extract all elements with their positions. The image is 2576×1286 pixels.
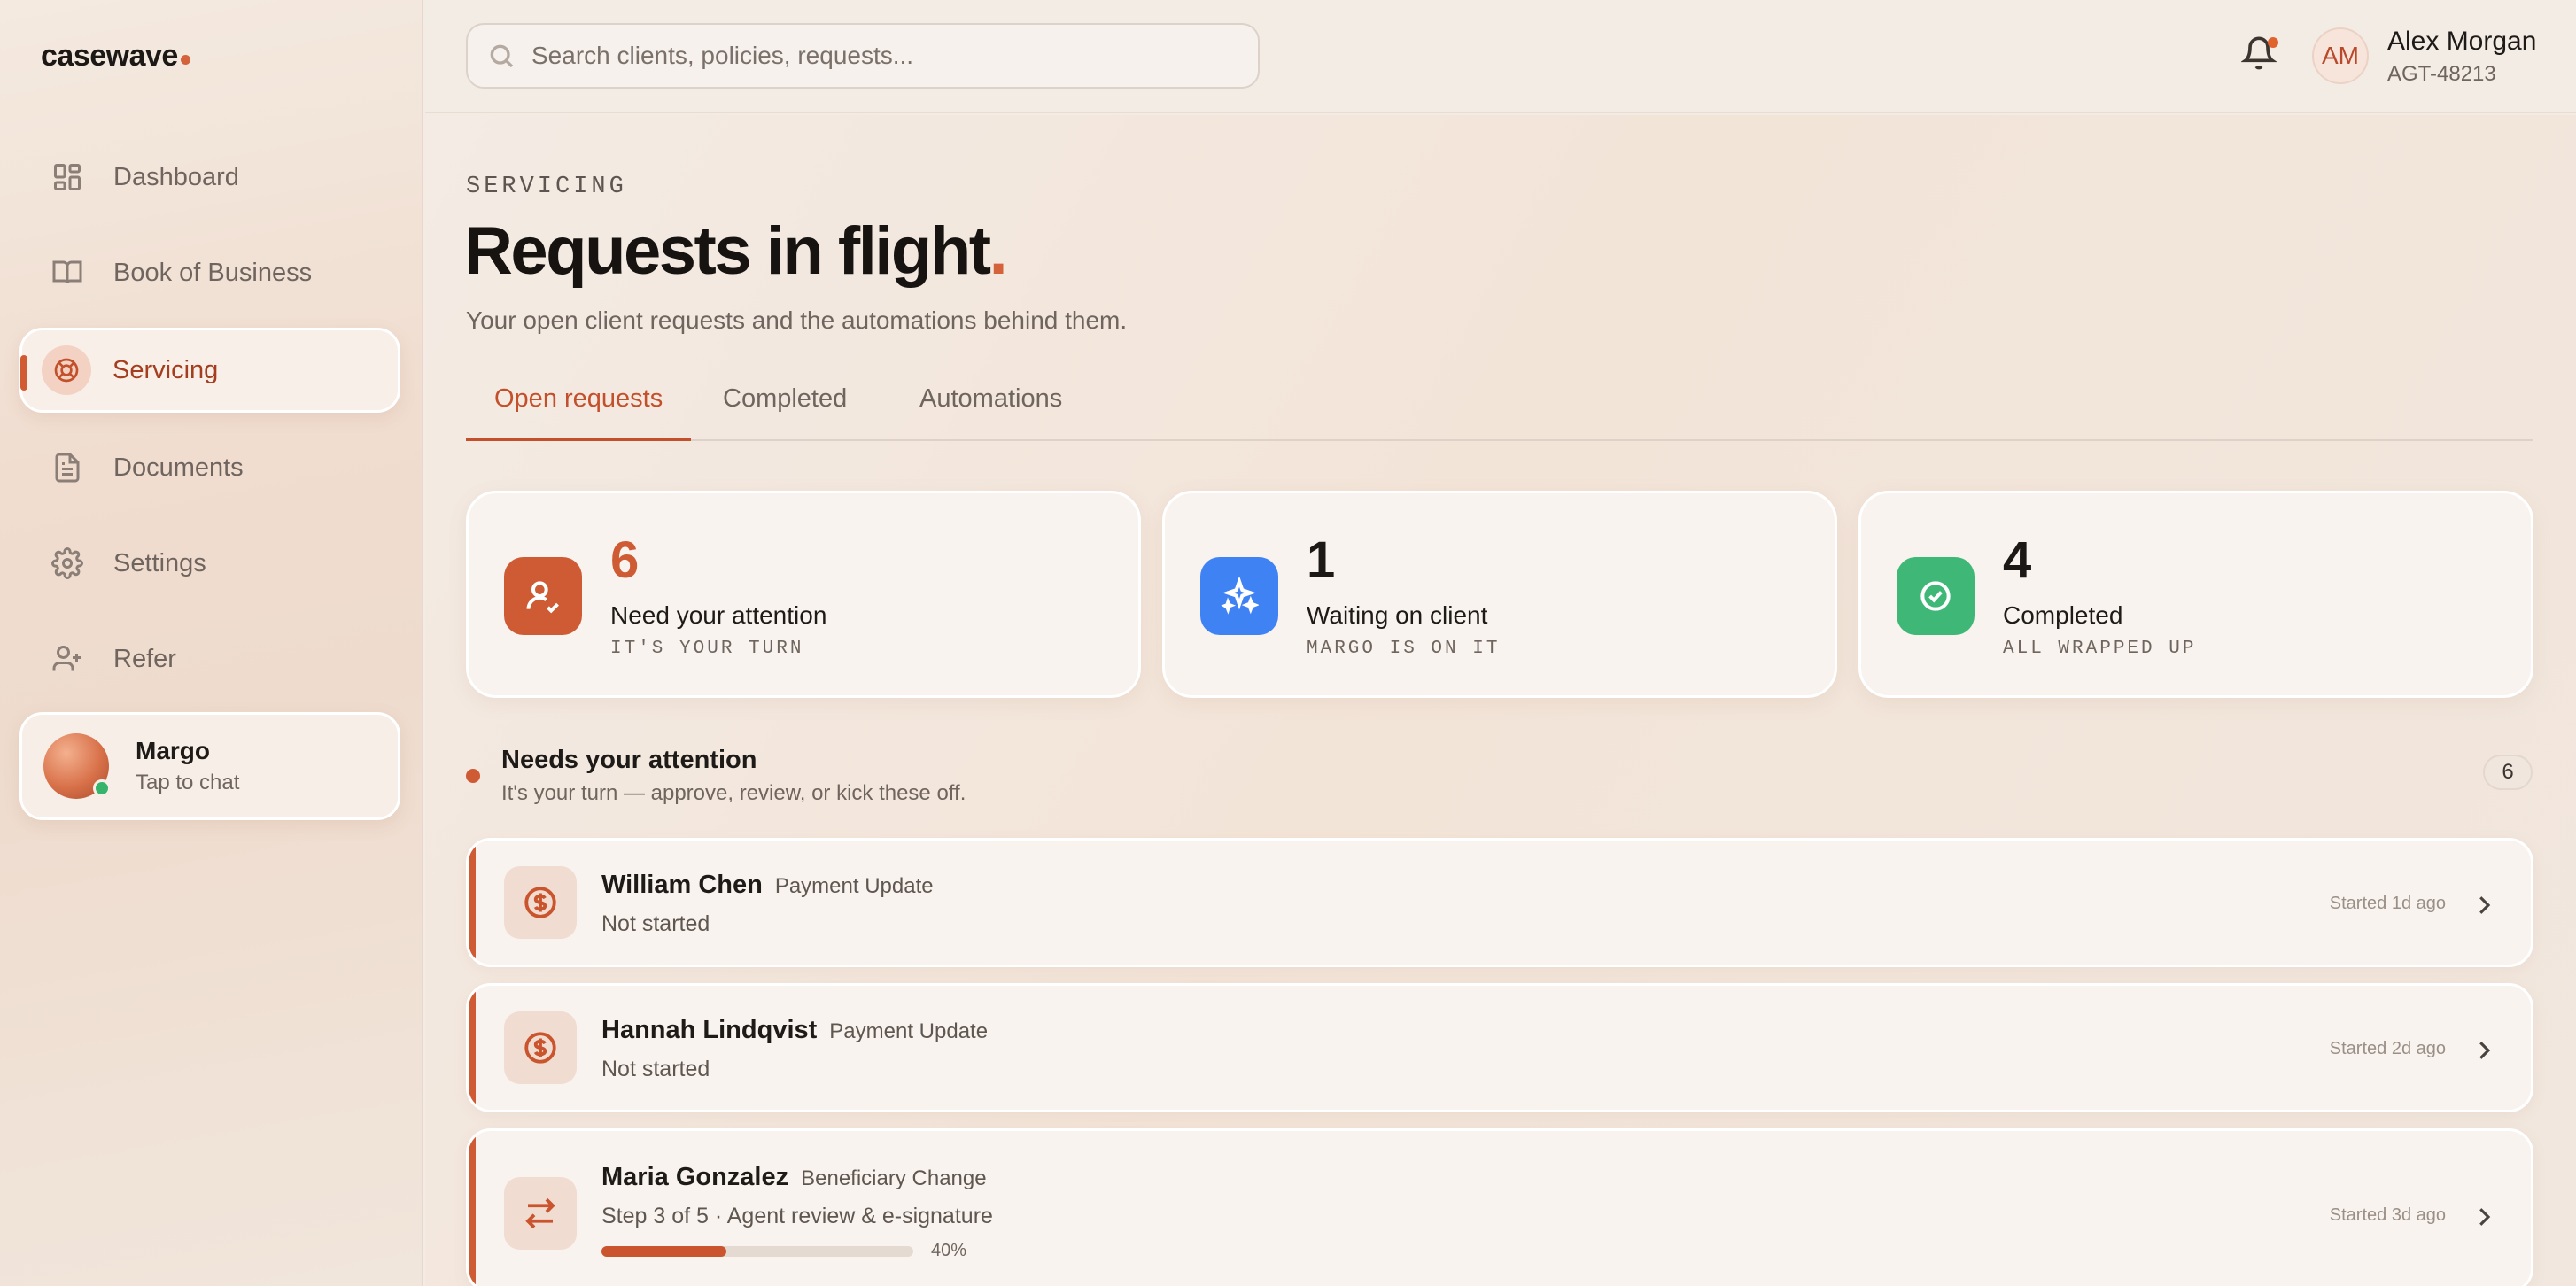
request-row[interactable]: Maria Gonzalez Beneficiary Change Step 3 …	[466, 1128, 2533, 1286]
page-title: Requests in flight.	[464, 213, 1008, 289]
sidebar-item-documents[interactable]: Documents	[19, 425, 400, 510]
swap-arrows-icon	[504, 1177, 577, 1250]
tab-completed[interactable]: Completed	[694, 384, 875, 441]
book-icon	[50, 255, 85, 291]
request-row[interactable]: William Chen Payment Update Not started S…	[466, 838, 2533, 967]
chevron-right-icon[interactable]	[2471, 1037, 2497, 1064]
request-tabs: Open requests Completed Automations	[466, 372, 2533, 441]
stat-sublabel: ALL WRAPPED UP	[2003, 639, 2197, 659]
dollar-circle-icon	[504, 1011, 577, 1084]
request-status: Step 3 of 5 · Agent review & e-signature	[601, 1204, 993, 1228]
tab-automations[interactable]: Automations	[891, 384, 1090, 441]
stat-label: Completed	[2003, 601, 2123, 629]
request-status: Not started	[601, 911, 710, 936]
grid-icon	[50, 159, 85, 195]
request-client-name: Maria Gonzalez Beneficiary Change	[601, 1163, 987, 1191]
sidebar-item-dashboard[interactable]: Dashboard	[19, 135, 400, 220]
notification-badge-dot	[2268, 37, 2278, 48]
top-bar: AM Alex Morgan AGT-48213	[425, 0, 2576, 113]
sidebar-item-label: Servicing	[113, 355, 219, 384]
page-subtitle: Your open client requests and the automa…	[466, 306, 1128, 334]
assistant-subtitle: Tap to chat	[136, 771, 240, 794]
sidebar-item-label: Book of Business	[113, 258, 313, 287]
stat-card-attention[interactable]: 6 Need your attention IT'S YOUR TURN	[466, 491, 1141, 698]
stat-sublabel: IT'S YOUR TURN	[610, 639, 804, 659]
request-client-name: Hannah Lindqvist Payment Update	[601, 1016, 989, 1044]
sidebar-item-label: Settings	[113, 548, 206, 577]
check-circle-icon	[1897, 557, 1975, 635]
sparkles-icon	[1200, 557, 1278, 635]
online-status-dot	[93, 779, 111, 797]
sidebar-item-label: Documents	[113, 453, 244, 482]
section-subtitle: It's your turn — approve, review, or kic…	[501, 781, 966, 805]
user-agent-id: AGT-48213	[2387, 62, 2496, 86]
assistant-name: Margo	[136, 737, 210, 764]
sidebar: casewave Dashboard Book of Business Serv…	[0, 0, 423, 1286]
request-row[interactable]: Hannah Lindqvist Payment Update Not start…	[466, 983, 2533, 1112]
search-icon	[490, 44, 514, 68]
document-icon	[50, 450, 85, 485]
stat-count: 4	[2003, 531, 2032, 589]
user-avatar[interactable]: AM	[2312, 27, 2369, 84]
dollar-circle-icon	[504, 866, 577, 939]
section-title: Needs your attention	[501, 746, 757, 774]
section-status-dot	[466, 769, 480, 783]
chevron-right-icon[interactable]	[2471, 892, 2497, 918]
request-progress-bar	[601, 1246, 913, 1257]
request-type: Payment Update	[774, 874, 934, 898]
notifications-button[interactable]	[2239, 35, 2280, 76]
app-logo[interactable]: casewave	[41, 39, 190, 74]
section-count-badge: 6	[2483, 755, 2533, 790]
sidebar-item-refer[interactable]: Refer	[19, 616, 400, 701]
stat-count: 1	[1307, 531, 1336, 589]
user-plus-icon	[50, 641, 85, 677]
stat-card-completed[interactable]: 4 Completed ALL WRAPPED UP	[1858, 491, 2533, 698]
search-input[interactable]	[531, 42, 1222, 70]
main-content: SERVICING Requests in flight. Your open …	[425, 115, 2576, 1286]
request-type: Payment Update	[829, 1019, 989, 1043]
sidebar-item-servicing[interactable]: Servicing	[19, 328, 400, 413]
gear-icon	[50, 546, 85, 581]
sidebar-item-label: Dashboard	[113, 162, 239, 191]
search-box[interactable]	[466, 23, 1260, 89]
sidebar-item-settings[interactable]: Settings	[19, 521, 400, 606]
stat-sublabel: MARGO IS ON IT	[1307, 639, 1501, 659]
stat-label: Need your attention	[610, 601, 827, 629]
request-status: Not started	[601, 1057, 710, 1081]
request-started: Started 3d ago	[2329, 1205, 2446, 1225]
page-eyebrow: SERVICING	[466, 174, 627, 200]
user-name[interactable]: Alex Morgan	[2387, 27, 2536, 57]
chevron-right-icon[interactable]	[2471, 1204, 2497, 1230]
request-client-name: William Chen Payment Update	[601, 871, 934, 899]
lifebuoy-icon	[42, 345, 91, 395]
tab-open-requests[interactable]: Open requests	[466, 384, 692, 441]
logo-dot	[180, 55, 190, 65]
stat-label: Waiting on client	[1307, 601, 1488, 629]
assistant-avatar	[43, 733, 111, 799]
progress-fill	[601, 1246, 726, 1257]
request-started: Started 2d ago	[2329, 1039, 2446, 1058]
progress-percent: 40%	[931, 1241, 967, 1260]
assistant-chat-card[interactable]: Margo Tap to chat	[19, 712, 400, 820]
sidebar-item-book-of-business[interactable]: Book of Business	[19, 230, 400, 315]
stat-count: 6	[610, 531, 640, 589]
title-accent-dot: .	[989, 213, 1008, 289]
request-type: Beneficiary Change	[801, 1166, 987, 1190]
request-started: Started 1d ago	[2329, 894, 2446, 913]
stat-card-waiting[interactable]: 1 Waiting on client MARGO IS ON IT	[1162, 491, 1837, 698]
user-check-icon	[504, 557, 582, 635]
sidebar-item-label: Refer	[113, 644, 176, 673]
